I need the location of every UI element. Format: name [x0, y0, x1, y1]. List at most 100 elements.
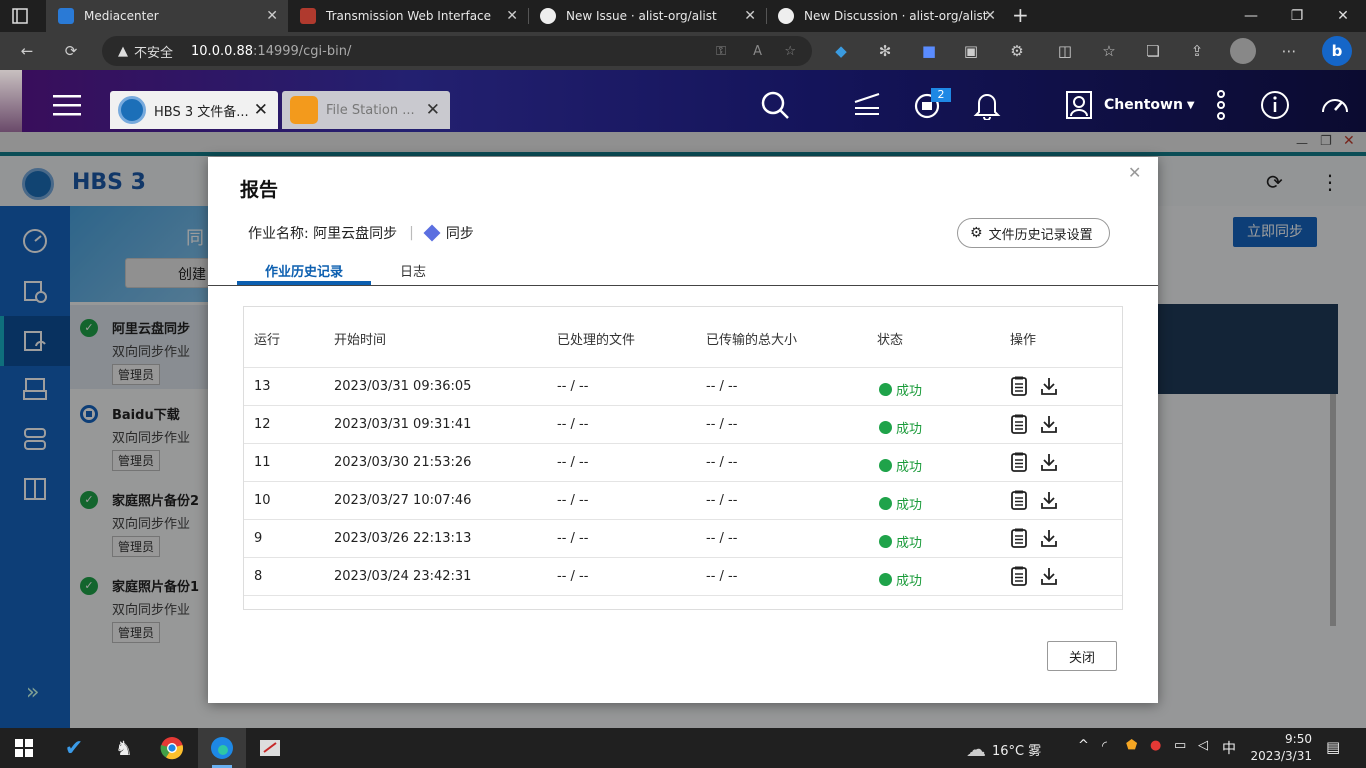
background-tasks-icon[interactable] — [850, 88, 884, 122]
close-dialog-icon[interactable]: ✕ — [1128, 163, 1141, 182]
profile-avatar-icon[interactable] — [1230, 38, 1256, 64]
file-history-settings-label: 文件历史记录设置 — [988, 227, 1093, 243]
file-history-settings-button[interactable]: ⚙ 文件历史记录设置 — [957, 218, 1110, 248]
report-icon[interactable] — [1010, 414, 1028, 434]
close-app-tab-icon[interactable]: ✕ — [254, 100, 268, 120]
key-icon[interactable]: ⚿ — [716, 44, 726, 59]
cell-files: -- / -- — [557, 379, 589, 394]
todo-icon[interactable]: ✔ — [58, 732, 90, 764]
close-button[interactable]: 关闭 — [1047, 641, 1117, 671]
extension-icon[interactable]: ■ — [916, 38, 942, 64]
tab-actions-icon[interactable] — [10, 6, 32, 26]
edge-icon[interactable] — [206, 732, 238, 764]
report-icon[interactable] — [1010, 490, 1028, 510]
close-window-button[interactable]: ✕ — [1320, 0, 1366, 32]
read-aloud-icon[interactable]: A — [753, 44, 762, 59]
weather-widget[interactable]: ☁ 16°C 雾 — [966, 737, 1041, 761]
ime-indicator[interactable]: 中 — [1222, 738, 1236, 758]
security-label: 不安全 — [134, 45, 174, 61]
report-icon[interactable] — [1010, 566, 1028, 586]
report-icon[interactable] — [1010, 452, 1028, 472]
cell-size: -- / -- — [706, 531, 738, 546]
close-app-tab-icon[interactable]: ✕ — [426, 100, 440, 120]
address-bar[interactable]: ▲ 不安全 10.0.0.88 :14999/cgi-bin/ ⚿ A ☆ — [102, 36, 812, 66]
share-icon[interactable]: ⇪ — [1184, 38, 1210, 64]
extension-icon[interactable]: ▣ — [958, 38, 984, 64]
bing-icon[interactable]: b — [1322, 36, 1352, 66]
more-options-icon[interactable] — [1204, 88, 1238, 122]
report-icon[interactable] — [1010, 528, 1028, 548]
start-icon[interactable] — [8, 732, 40, 764]
cell-size: -- / -- — [706, 569, 738, 584]
column-header-start-time: 开始时间 — [334, 333, 387, 348]
column-header-run: 运行 — [254, 333, 281, 348]
browser-tab-transmission[interactable]: Transmission Web Interface ✕ — [288, 0, 528, 32]
download-icon[interactable] — [1040, 528, 1058, 548]
cell-status: 成功 — [879, 570, 922, 589]
app-tab-hbs3[interactable]: HBS 3 文件备... ✕ — [110, 91, 278, 129]
minimize-button[interactable]: — — [1228, 0, 1274, 32]
snipping-tool-icon[interactable] — [254, 732, 286, 764]
download-icon[interactable] — [1040, 490, 1058, 510]
back-icon[interactable]: ← — [14, 38, 40, 64]
main-menu-icon[interactable] — [50, 88, 84, 122]
table-row: 11 2023/03/30 21:53:26 -- / -- -- / -- 成… — [244, 443, 1122, 481]
browser-tab-new-discussion[interactable]: New Discussion · alist-org/alist ✕ — [766, 0, 1006, 32]
download-icon[interactable] — [1040, 566, 1058, 586]
extensions-icon[interactable]: ⚙ — [1004, 38, 1030, 64]
close-tab-icon[interactable]: ✕ — [506, 8, 518, 24]
browser-tab-mediacenter[interactable]: Mediacenter ✕ — [46, 0, 288, 32]
report-icon[interactable] — [1010, 376, 1028, 396]
new-tab-button[interactable]: + — [1012, 3, 1029, 27]
chrome-icon[interactable] — [156, 732, 188, 764]
column-header-status: 状态 — [877, 333, 904, 348]
user-menu[interactable]: Chentown ▼ — [1104, 97, 1195, 113]
app-tab-file-station[interactable]: File Station ... ✕ — [282, 91, 450, 129]
browser-tab-new-issue[interactable]: New Issue · alist-org/alist ✕ — [528, 0, 766, 32]
network-icon[interactable]: ◜ — [1102, 739, 1107, 754]
user-icon[interactable] — [1062, 88, 1096, 122]
close-tab-icon[interactable]: ✕ — [744, 8, 756, 24]
show-hidden-icons[interactable]: ^ — [1078, 738, 1089, 753]
info-icon[interactable] — [1258, 88, 1292, 122]
cell-start-time: 2023/03/26 22:13:13 — [334, 531, 472, 546]
tab-log[interactable]: 日志 — [378, 255, 448, 285]
close-tab-icon[interactable]: ✕ — [266, 8, 278, 24]
volume-icon[interactable]: ◁ — [1198, 738, 1208, 753]
more-icon[interactable]: ⋯ — [1276, 38, 1302, 64]
url-path: :14999/cgi-bin/ — [253, 43, 352, 59]
download-icon[interactable] — [1040, 452, 1058, 472]
column-header-actions: 操作 — [1010, 333, 1037, 348]
sync-type-icon — [423, 224, 441, 242]
search-icon[interactable] — [758, 88, 792, 122]
favorite-add-icon[interactable]: ☆ — [784, 44, 796, 59]
extension-icon[interactable]: ✻ — [872, 38, 898, 64]
download-icon[interactable] — [1040, 376, 1058, 396]
favorites-icon[interactable]: ☆ — [1096, 38, 1122, 64]
cell-start-time: 2023/03/31 09:31:41 — [334, 417, 472, 432]
notification-badge: 2 — [931, 88, 951, 102]
split-screen-icon[interactable]: ◫ — [1052, 38, 1078, 64]
fox-app-icon[interactable]: ♞ — [108, 732, 140, 764]
battery-icon[interactable]: ▭ — [1174, 738, 1186, 753]
clock-time: 9:50 — [1285, 732, 1312, 746]
bell-icon[interactable] — [970, 88, 1004, 122]
extension-icon[interactable]: ◆ — [828, 38, 854, 64]
sync-status-icon[interactable]: ● — [1150, 738, 1161, 753]
collections-icon[interactable]: ❏ — [1140, 38, 1166, 64]
close-tab-icon[interactable]: ✕ — [984, 8, 996, 24]
cell-status: 成功 — [879, 418, 922, 437]
history-table: 运行 开始时间 已处理的文件 已传输的总大小 状态 操作 13 2023/03/… — [243, 306, 1123, 610]
tab-divider — [208, 285, 1158, 286]
clock[interactable]: 9:50 2023/3/31 — [1246, 731, 1312, 765]
success-icon — [879, 459, 892, 472]
security-shield-icon[interactable]: ⬟ — [1126, 738, 1137, 753]
download-icon[interactable] — [1040, 414, 1058, 434]
restore-button[interactable]: ❐ — [1274, 0, 1320, 32]
user-name: Chentown — [1104, 97, 1183, 113]
cell-start-time: 2023/03/27 10:07:46 — [334, 493, 472, 508]
notification-center-icon[interactable]: ▤ — [1326, 738, 1340, 756]
refresh-icon[interactable]: ⟳ — [58, 38, 84, 64]
column-header-size: 已传输的总大小 — [706, 333, 798, 348]
resource-monitor-icon[interactable] — [1318, 88, 1352, 122]
